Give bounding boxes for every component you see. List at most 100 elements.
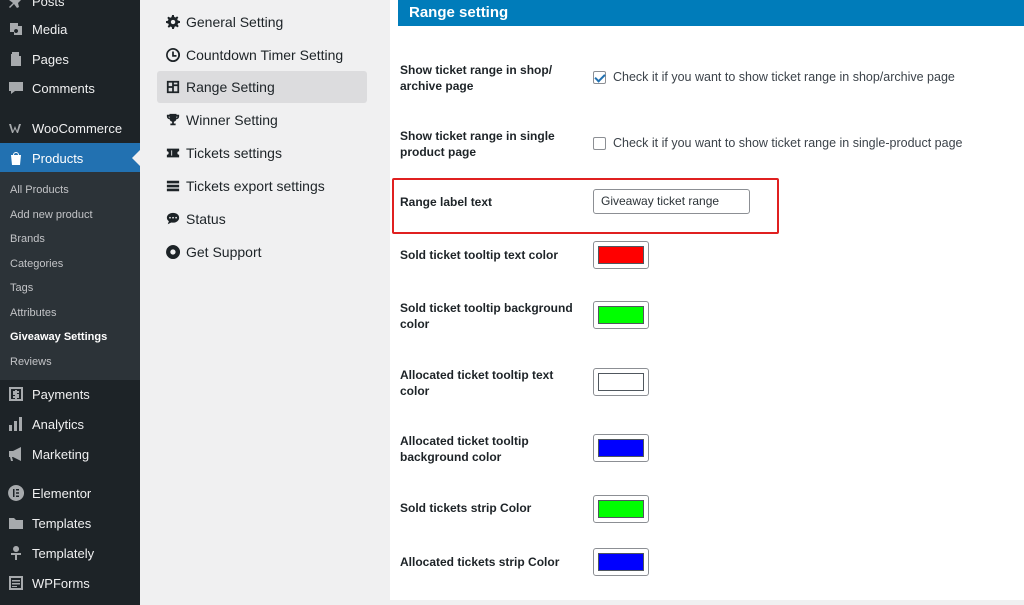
sold-strip-color-picker[interactable] bbox=[593, 495, 649, 523]
panel-title: Range setting bbox=[398, 0, 1024, 26]
tab-tickets-export-settings[interactable]: Tickets export settings bbox=[157, 170, 367, 202]
comments-icon bbox=[8, 80, 24, 96]
pages-icon bbox=[8, 51, 24, 67]
sold-tooltip-bg-color-picker[interactable] bbox=[593, 301, 649, 329]
products-submenu: All Products Add new product Brands Cate… bbox=[0, 172, 140, 380]
allocated-tooltip-text-color-picker[interactable] bbox=[593, 368, 649, 396]
sidebar-item-label: WPForms bbox=[32, 575, 90, 591]
sidebar-item-label: Posts bbox=[32, 0, 65, 9]
megaphone-icon bbox=[8, 446, 24, 462]
sidebar-item-label: Elementor bbox=[32, 485, 92, 501]
sidebar-item-label: Pages bbox=[32, 51, 69, 67]
color-swatch-fill bbox=[598, 439, 644, 457]
color-swatch-fill bbox=[598, 553, 644, 571]
submenu-item-giveaway-settings[interactable]: Giveaway Settings bbox=[10, 327, 107, 347]
submenu-item-brands[interactable]: Brands bbox=[10, 229, 45, 249]
elementor-icon bbox=[8, 485, 24, 501]
tickets-icon bbox=[165, 145, 181, 161]
range-label-text-input[interactable]: Giveaway ticket range bbox=[593, 189, 750, 214]
shop-range-checkbox[interactable] bbox=[593, 70, 606, 84]
trophy-icon bbox=[165, 112, 181, 128]
color-swatch-fill bbox=[598, 500, 644, 518]
tab-label: Get Support bbox=[186, 244, 262, 260]
allocated-strip-color-picker[interactable] bbox=[593, 548, 649, 576]
sidebar-item-templates[interactable]: Templates bbox=[0, 508, 140, 538]
range-icon bbox=[165, 79, 181, 95]
tab-countdown-timer-setting[interactable]: Countdown Timer Setting bbox=[157, 39, 367, 71]
tab-label: Tickets settings bbox=[186, 145, 282, 161]
allocated-strip-color-label: Allocated tickets strip Color bbox=[400, 555, 560, 569]
submenu-item-add-new-product[interactable]: Add new product bbox=[10, 205, 93, 225]
shop-range-checkbox-row[interactable]: Check it if you want to show ticket rang… bbox=[593, 70, 955, 84]
sidebar-item-label: Products bbox=[32, 150, 84, 166]
tab-label: Range Setting bbox=[186, 79, 275, 95]
payments-icon bbox=[8, 386, 24, 402]
sidebar-item-label: Comments bbox=[32, 80, 95, 96]
sidebar-item-analytics[interactable]: Analytics bbox=[0, 409, 140, 439]
sidebar-item-templately[interactable]: Templately bbox=[0, 538, 140, 568]
wpforms-icon bbox=[8, 575, 24, 591]
sidebar-item-elementor[interactable]: Elementor bbox=[0, 478, 140, 508]
woocommerce-icon bbox=[8, 120, 24, 136]
admin-sidebar: Posts Media Pages Comments WooCommerce P… bbox=[0, 0, 140, 605]
submenu-item-tags[interactable]: Tags bbox=[10, 278, 33, 298]
media-icon bbox=[8, 21, 24, 37]
sidebar-item-media[interactable]: Media bbox=[0, 14, 140, 44]
sold-tooltip-text-color-picker[interactable] bbox=[593, 241, 649, 269]
sidebar-item-products[interactable]: Products bbox=[0, 143, 140, 173]
settings-tabs: General Setting Countdown Timer Setting … bbox=[140, 0, 388, 605]
shop-range-label: Show ticket range in shop/ archive page bbox=[400, 63, 553, 93]
single-range-label: Show ticket range in single product page bbox=[400, 129, 555, 159]
sold-strip-color-label: Sold tickets strip Color bbox=[400, 501, 532, 515]
sidebar-item-woocommerce[interactable]: WooCommerce bbox=[0, 113, 140, 143]
allocated-tooltip-bg-color-label: Allocated ticket tooltip background colo… bbox=[400, 434, 529, 464]
lifebuoy-icon bbox=[165, 244, 181, 260]
submenu-item-reviews[interactable]: Reviews bbox=[10, 352, 52, 372]
tab-label: General Setting bbox=[186, 14, 284, 30]
sidebar-item-label: Media bbox=[32, 21, 68, 37]
sidebar-item-payments[interactable]: Payments bbox=[0, 379, 140, 409]
allocated-tooltip-bg-color-picker[interactable] bbox=[593, 434, 649, 462]
export-icon bbox=[165, 178, 181, 194]
tab-status[interactable]: Status bbox=[157, 203, 367, 235]
tab-label: Tickets export settings bbox=[186, 178, 325, 194]
color-swatch-fill bbox=[598, 246, 644, 264]
allocated-tooltip-text-color-label: Allocated ticket tooltip text color bbox=[400, 368, 554, 398]
submenu-item-attributes[interactable]: Attributes bbox=[10, 303, 56, 323]
pin-icon bbox=[8, 0, 24, 9]
tab-label: Countdown Timer Setting bbox=[186, 47, 344, 63]
tab-range-setting[interactable]: Range Setting bbox=[157, 71, 367, 103]
sidebar-item-label: Templately bbox=[32, 545, 95, 561]
sidebar-item-label: Analytics bbox=[32, 416, 85, 432]
sidebar-item-pages[interactable]: Pages bbox=[0, 44, 140, 74]
sidebar-item-marketing[interactable]: Marketing bbox=[0, 439, 140, 469]
color-swatch-fill bbox=[598, 373, 644, 391]
tab-tickets-settings[interactable]: Tickets settings bbox=[157, 137, 367, 169]
sold-tooltip-text-color-label: Sold ticket tooltip text color bbox=[400, 248, 559, 262]
tab-label: Status bbox=[186, 211, 226, 227]
tab-get-support[interactable]: Get Support bbox=[157, 236, 367, 268]
sidebar-item-label: Marketing bbox=[32, 446, 90, 462]
single-range-checkbox[interactable] bbox=[593, 136, 606, 150]
color-swatch-fill bbox=[598, 306, 644, 324]
sidebar-item-label: Templates bbox=[32, 515, 92, 531]
tab-winner-setting[interactable]: Winner Setting bbox=[157, 104, 367, 136]
submenu-item-all-products[interactable]: All Products bbox=[10, 180, 69, 200]
clock-icon bbox=[165, 47, 181, 63]
sidebar-item-label: Payments bbox=[32, 386, 90, 402]
analytics-icon bbox=[8, 416, 24, 432]
speech-bubble-icon bbox=[165, 211, 181, 227]
range-label-text-label: Range label text bbox=[400, 195, 493, 209]
folder-icon bbox=[8, 515, 24, 531]
submenu-item-categories[interactable]: Categories bbox=[10, 254, 63, 274]
shop-range-checkbox-text: Check it if you want to show ticket rang… bbox=[613, 70, 955, 84]
products-icon bbox=[8, 150, 24, 166]
single-range-checkbox-text: Check it if you want to show ticket rang… bbox=[613, 136, 963, 150]
sidebar-item-wpforms[interactable]: WPForms bbox=[0, 568, 140, 598]
single-range-checkbox-row[interactable]: Check it if you want to show ticket rang… bbox=[593, 136, 963, 150]
current-menu-arrow bbox=[132, 150, 140, 166]
tab-general-setting[interactable]: General Setting bbox=[157, 6, 367, 38]
tab-label: Winner Setting bbox=[186, 112, 278, 128]
sidebar-item-comments[interactable]: Comments bbox=[0, 73, 140, 103]
range-settings-panel: Range setting Show ticket range in shop/… bbox=[390, 0, 1024, 600]
